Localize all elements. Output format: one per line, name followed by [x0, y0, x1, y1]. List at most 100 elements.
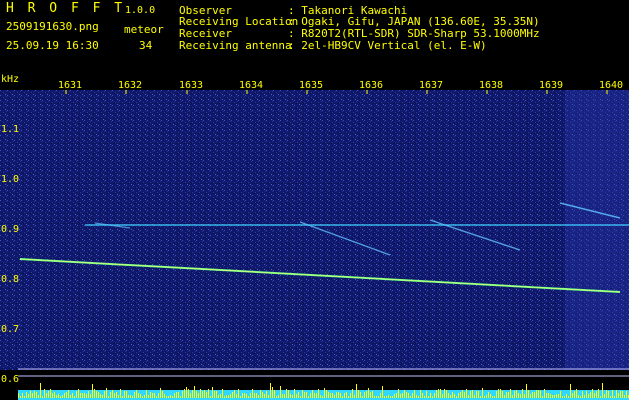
amplitude-bar	[146, 390, 147, 398]
amplitude-bar	[96, 391, 97, 398]
amplitude-bar	[364, 392, 365, 398]
amplitude-bar	[112, 390, 113, 398]
amplitude-bar	[138, 393, 139, 398]
antenna-value: : 2el-HB9CV Vertical (el. E-W)	[288, 39, 487, 52]
amplitude-bar	[326, 390, 327, 398]
amplitude-bar	[378, 396, 379, 398]
amplitude-bar	[604, 394, 605, 398]
amplitude-bar	[182, 391, 183, 398]
amplitude-bar	[538, 390, 539, 398]
amplitude-bar	[402, 393, 403, 398]
amplitude-bar	[564, 396, 565, 398]
amplitude-bar	[248, 396, 249, 398]
amplitude-bar	[200, 389, 201, 398]
amplitude-bar	[68, 390, 69, 398]
amplitude-bar	[292, 395, 293, 398]
amplitude-bar	[302, 390, 303, 398]
amplitude-bar	[114, 393, 115, 398]
amplitude-bar	[542, 396, 543, 398]
amplitude-bar	[230, 394, 231, 398]
datetime: 25.09.19 16:30	[6, 39, 99, 52]
amplitude-bar	[106, 388, 107, 398]
amplitude-bar	[520, 394, 521, 398]
amplitude-bar	[304, 392, 305, 398]
amplitude-bar	[610, 396, 611, 398]
amplitude-bar	[330, 393, 331, 398]
amplitude-bar	[124, 391, 125, 398]
amplitude-bar	[62, 395, 63, 398]
amplitude-bar	[30, 391, 31, 398]
amplitude-bar	[470, 391, 471, 398]
amplitude-floor	[18, 390, 629, 400]
amplitude-bar	[550, 394, 551, 398]
amplitude-bar	[206, 392, 207, 398]
amplitude-bar	[306, 392, 307, 398]
amplitude-bar	[52, 393, 53, 398]
amplitude-bar	[288, 390, 289, 398]
amplitude-bar	[390, 396, 391, 398]
amplitude-bar	[336, 392, 337, 398]
amplitude-bar	[156, 396, 157, 398]
amplitude-bar	[456, 396, 457, 398]
amplitude-bar	[446, 390, 447, 398]
amplitude-bar	[400, 394, 401, 398]
filename: 2509191630.png	[6, 20, 99, 33]
amplitude-bar	[412, 393, 413, 398]
amplitude-bar	[140, 394, 141, 398]
amplitude-bar	[438, 389, 439, 398]
amplitude-bar	[494, 396, 495, 398]
amplitude-bar	[44, 389, 45, 398]
y-tick-0-9: 0.9	[1, 224, 20, 235]
amplitude-bar	[134, 392, 135, 398]
amplitude-bar	[174, 393, 175, 398]
amplitude-bar	[188, 389, 189, 398]
antenna-label: Receiving antenna	[179, 39, 292, 52]
y-tick-1-0: 1.0	[1, 174, 20, 185]
amplitude-bar	[136, 390, 137, 398]
amplitude-bar	[526, 384, 527, 398]
amplitude-bar	[536, 390, 537, 398]
amplitude-bar	[590, 392, 591, 398]
amplitude-bar	[578, 395, 579, 398]
amplitude-bar	[118, 395, 119, 398]
amplitude-bar	[80, 393, 81, 398]
amplitude-bar	[410, 396, 411, 398]
amplitude-bar	[388, 395, 389, 398]
amplitude-bar	[198, 393, 199, 398]
amplitude-bar	[338, 392, 339, 398]
amplitude-bar	[314, 393, 315, 398]
amplitude-bar	[580, 396, 581, 398]
amplitude-bar	[450, 395, 451, 398]
amplitude-bar	[572, 393, 573, 398]
amplitude-bar	[374, 396, 375, 398]
amplitude-bar	[126, 391, 127, 398]
amplitude-bar	[144, 395, 145, 398]
amplitude-bar	[180, 396, 181, 398]
header-panel: H R O F F T 1.0.0 2509191630.png meteor …	[0, 0, 629, 74]
amplitude-bar	[72, 393, 73, 398]
amplitude-bar	[440, 389, 441, 398]
amplitude-bar	[516, 390, 517, 398]
amplitude-bar	[532, 392, 533, 398]
amplitude-bar	[278, 395, 279, 398]
amplitude-bar	[168, 396, 169, 398]
amplitude-bar	[512, 395, 513, 398]
amplitude-bar	[312, 390, 313, 398]
amplitude-bar	[176, 392, 177, 398]
amplitude-bar	[482, 388, 483, 398]
amplitude-bar	[576, 389, 577, 398]
amplitude-bar	[420, 390, 421, 398]
amplitude-bar	[392, 396, 393, 398]
amplitude-bar	[86, 394, 87, 398]
amplitude-bar	[448, 393, 449, 398]
amplitude-bar	[348, 396, 349, 398]
right-band	[565, 90, 629, 370]
amplitude-bar	[170, 395, 171, 398]
amplitude-bar	[316, 393, 317, 398]
amplitude-bar	[238, 389, 239, 398]
amplitude-bar	[102, 395, 103, 398]
amplitude-bar	[54, 392, 55, 398]
amplitude-bar	[500, 389, 501, 398]
amplitude-bar	[258, 395, 259, 398]
amplitude-bar	[220, 394, 221, 398]
